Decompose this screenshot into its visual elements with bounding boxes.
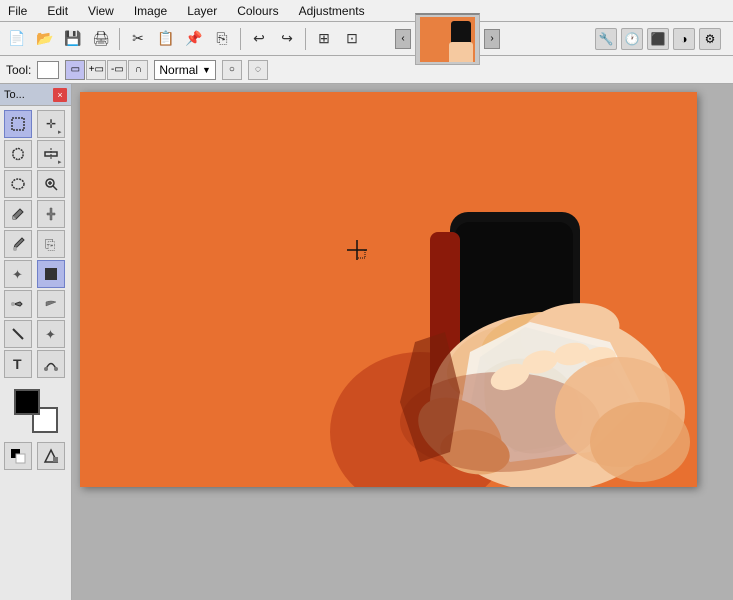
toolbox-close-button[interactable]: × [53,88,67,102]
mode-subtract[interactable]: -▭ [107,60,127,80]
clone-stamp-tool[interactable]: ⎘ [37,230,65,258]
tab-icon-channels[interactable]: ◑ [673,28,695,50]
tab-icon-layers[interactable]: ⬛ [647,28,669,50]
tab-nav-left[interactable]: ‹ [395,29,411,49]
tab-icons-right: 🔧 🕐 ⬛ ◑ ⚙ [595,28,721,50]
toolbox-panel: To... × ✛ ▸ ▸ [0,84,72,600]
tab-icon-clock[interactable]: 🕐 [621,28,643,50]
tab-active-image[interactable] [415,13,480,65]
tool-size-box[interactable] [37,61,59,79]
clone-button[interactable]: ⎘ [209,26,235,52]
menu-file[interactable]: File [4,2,31,20]
toolbar-top: 📄 📂 💾 🖨 ✂ 📋 📌 ⎘ ↩ ↪ ⊞ ⊡ ‹ › 🔧 🕐 ⬛ ◑ ⚙ [0,22,733,56]
color-area [0,386,71,436]
pencil-tool[interactable] [4,200,32,228]
mode-add[interactable]: +▭ [86,60,106,80]
undo-button[interactable]: ↩ [246,26,272,52]
menu-image[interactable]: Image [130,2,171,20]
save-button[interactable]: 💾 [60,26,86,52]
workspace: To... × ✛ ▸ ▸ [0,84,733,600]
zoom-fit-button[interactable]: ⊡ [339,26,365,52]
mode-label: Normal [159,63,198,77]
separator-1 [119,28,120,50]
separator-2 [240,28,241,50]
menu-view[interactable]: View [84,2,118,20]
thumb-hand [449,42,473,62]
dropdown-arrow: ▼ [202,65,211,75]
tab-icon-wrench[interactable]: 🔧 [595,28,617,50]
align-tool[interactable]: ▸ [37,140,65,168]
blend-mode-select[interactable]: Normal ▼ [154,60,216,80]
open-button[interactable]: 📂 [32,26,58,52]
pan-tool[interactable] [37,200,65,228]
svg-text:⎘: ⎘ [45,237,55,252]
cut-button[interactable]: ✂ [125,26,151,52]
color-reset-button[interactable] [4,442,32,470]
rect-select-tool[interactable] [4,110,32,138]
canvas-container [80,92,697,487]
toolbox-header: To... × [0,84,71,106]
canvas-area [72,84,733,600]
svg-text:T: T [13,356,22,372]
ellipse-select-tool[interactable] [4,170,32,198]
menu-edit[interactable]: Edit [43,2,72,20]
toolbox-title: To... [4,89,25,101]
tab-nav-right[interactable]: › [484,29,500,49]
tool-grid: ✛ ▸ ▸ [0,106,71,382]
shape-tools [0,438,71,474]
heal-tool[interactable]: ✦ [4,260,32,288]
tab-thumbnail [420,17,475,62]
dodge-tool[interactable] [4,320,32,348]
tool-label: Tool: [6,63,31,77]
artwork-svg [80,92,697,487]
mode-replace[interactable]: ▭ [65,60,85,80]
path-tool[interactable] [37,350,65,378]
text-tool[interactable]: T [4,350,32,378]
menu-layer[interactable]: Layer [183,2,221,20]
menu-colours[interactable]: Colours [233,2,282,20]
shape-tool[interactable] [37,442,65,470]
foreground-select-tool[interactable] [37,260,65,288]
svg-text:✦: ✦ [45,327,56,342]
copy-button[interactable]: 📋 [153,26,179,52]
separator-3 [305,28,306,50]
feather-icon[interactable]: ○ [222,60,242,80]
free-select-tool[interactable] [4,140,32,168]
print-button[interactable]: 🖨 [88,26,114,52]
paste-button[interactable]: 📌 [181,26,207,52]
smudge-tool[interactable] [37,290,65,318]
tab-icon-settings[interactable]: ⚙ [699,28,721,50]
airbrush-tool[interactable] [4,290,32,318]
perspective-tool[interactable]: ✦ [37,320,65,348]
svg-text:✛: ✛ [46,117,56,131]
foreground-color-swatch[interactable] [14,389,40,415]
zoom-tool[interactable] [37,170,65,198]
redo-button[interactable]: ↪ [274,26,300,52]
svg-text:✦: ✦ [12,267,23,282]
move-tool[interactable]: ✛ ▸ [37,110,65,138]
paint-brush-tool[interactable] [4,230,32,258]
mode-intersect[interactable]: ∩ [128,60,148,80]
grid-button[interactable]: ⊞ [311,26,337,52]
canvas-image[interactable] [80,92,697,487]
antialias-icon[interactable]: ◌ [248,60,268,80]
menu-adjustments[interactable]: Adjustments [295,2,369,20]
selection-mode-icons: ▭ +▭ -▭ ∩ [65,60,148,80]
new-button[interactable]: 📄 [4,26,30,52]
tab-bar: ‹ › 🔧 🕐 ⬛ ◑ ⚙ [387,9,729,69]
